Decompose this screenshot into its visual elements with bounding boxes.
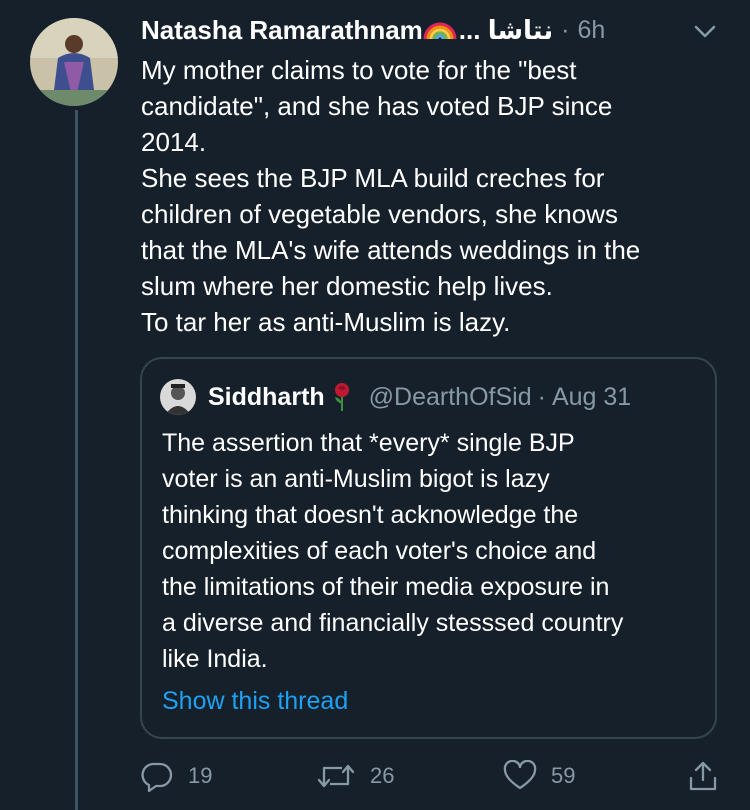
- quoted-tweet-text: The assertion that *every* single BJP vo…: [162, 425, 707, 677]
- rainbow-icon: [423, 19, 457, 41]
- tweet-text-line: To tar her as anti-Muslim is lazy.: [141, 307, 511, 337]
- show-thread-link[interactable]: Show this thread: [162, 687, 348, 716]
- quoted-text-line: thinking that doesn't acknowledge the: [162, 501, 579, 529]
- chevron-down-icon[interactable]: [690, 22, 720, 42]
- tweet-text-line: 2014.: [141, 127, 207, 157]
- like-count: 59: [551, 763, 576, 788]
- reply-icon: [141, 762, 173, 792]
- rose-icon: [329, 382, 355, 412]
- tweet-text-line: slum where her domestic help lives.: [141, 271, 553, 301]
- quoted-text-line: the limitations of their media exposure …: [162, 573, 610, 601]
- quoted-tweet-card[interactable]: Siddharth @DearthOfSid · Aug 31 The asse…: [140, 357, 717, 739]
- quoted-text-line: like India.: [162, 645, 268, 673]
- meta-separator: ·: [561, 15, 570, 44]
- heart-icon: [503, 760, 537, 790]
- quoted-text-line: complexities of each voter's choice and: [162, 537, 597, 565]
- quoted-author-handle: @DearthOfSid: [368, 382, 532, 411]
- quoted-author-avatar: [160, 379, 196, 415]
- quoted-text-line: a diverse and financially stesssed count…: [162, 609, 624, 637]
- tweet-action-bar: 19 26 59: [140, 758, 720, 794]
- thread-connector-line: [75, 110, 78, 810]
- tweet-text-line: candidate", and she has voted BJP since: [141, 91, 613, 121]
- avatar[interactable]: [30, 18, 118, 106]
- author-name[interactable]: Natasha Ramarathnam: [141, 15, 423, 46]
- tweet-text-line: children of vegetable vendors, she knows: [141, 199, 618, 229]
- share-icon: [689, 761, 717, 791]
- reply-button[interactable]: 19: [140, 758, 212, 794]
- quoted-author-name: Siddharth: [208, 382, 325, 411]
- quoted-tweet-header: Siddharth @DearthOfSid · Aug 31: [160, 377, 631, 417]
- quoted-text-line: voter is an anti-Muslim bigot is lazy: [162, 465, 550, 493]
- reply-count: 19: [188, 763, 213, 788]
- quoted-tweet-date: Aug 31: [551, 382, 632, 411]
- tweet-text-line: My mother claims to vote for the "best: [141, 55, 577, 85]
- share-button[interactable]: [688, 758, 718, 794]
- meta-separator: ·: [537, 382, 546, 411]
- tweet-text: My mother claims to vote for the "best c…: [141, 52, 731, 340]
- retweet-icon: [317, 764, 355, 788]
- retweet-button[interactable]: 26: [316, 758, 394, 794]
- tweet-text-line: that the MLA's wife attends weddings in …: [141, 235, 641, 265]
- tweet-header: Natasha Ramarathnam ... نتاشا · 6h: [141, 12, 605, 48]
- timestamp[interactable]: 6h: [578, 16, 606, 45]
- tweet-text-line: She sees the BJP MLA build creches for: [141, 163, 605, 193]
- like-button[interactable]: 59: [503, 758, 575, 794]
- author-name-rtl[interactable]: ... نتاشا: [459, 15, 553, 46]
- retweet-count: 26: [370, 763, 395, 788]
- quoted-text-line: The assertion that *every* single BJP: [162, 429, 575, 457]
